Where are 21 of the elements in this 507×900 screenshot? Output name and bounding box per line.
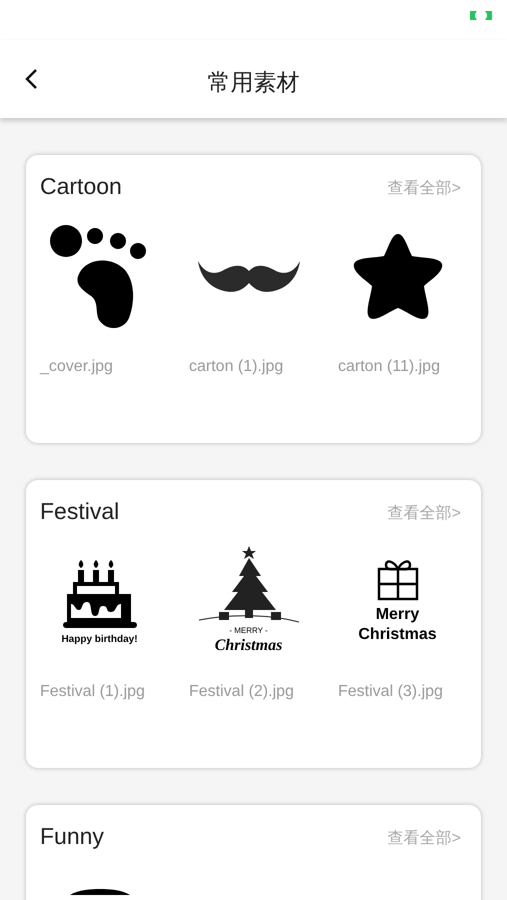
file-name: carton (1).jpg xyxy=(189,357,284,377)
circle-drawing xyxy=(70,889,130,895)
file-name: _cover.jpg xyxy=(40,357,114,377)
image-caption-text: Christmas xyxy=(214,636,282,656)
section-title: Cartoon xyxy=(40,172,122,201)
view-all-link[interactable]: 查看全部> xyxy=(388,502,461,526)
image-caption-text: Christmas xyxy=(358,625,437,645)
view-all-link[interactable]: 查看全部> xyxy=(388,827,461,851)
view-all-link[interactable]: 查看全部> xyxy=(388,177,461,201)
file-name: Festival (1).jpg xyxy=(40,682,146,702)
section-title: Funny xyxy=(40,822,104,851)
page-title: 常用素材 xyxy=(208,68,300,97)
image-caption-text: Merry xyxy=(376,605,420,625)
image-caption-text: Happy birthday! xyxy=(61,634,138,646)
file-name: Festival (2).jpg xyxy=(189,682,295,702)
section-title: Festival xyxy=(40,497,120,526)
file-name: carton (11).jpg xyxy=(338,357,441,377)
image-caption-text: - MERRY - xyxy=(229,626,268,636)
back-icon xyxy=(24,68,38,90)
battery-icon xyxy=(469,10,493,21)
file-name: Festival (3).jpg xyxy=(338,682,444,702)
